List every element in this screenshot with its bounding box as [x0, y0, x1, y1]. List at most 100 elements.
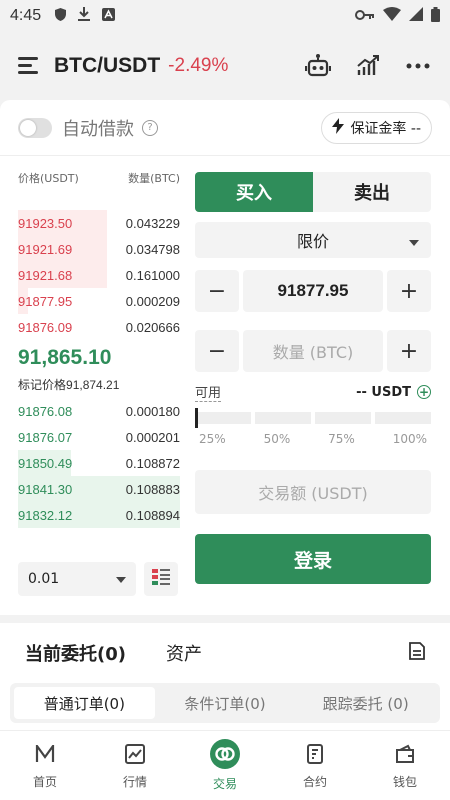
quantity-decrease-button[interactable]: − — [195, 330, 239, 372]
price-decrease-button[interactable]: − — [195, 270, 239, 312]
qty-column-header: 数量(BTC) — [128, 172, 180, 185]
battery-icon — [431, 6, 440, 26]
futures-icon — [302, 741, 328, 767]
order-form: 买入 卖出 限价 − 91877.95 + − 数量 (BTC) + 可用 --… — [195, 172, 431, 584]
orders-tabs: 当前委托(0) 资产 — [0, 623, 450, 683]
bid-list: 91876.08 0.000180 91876.07 0.000201 91850.49… — [18, 398, 180, 528]
quantity-stepper: − 数量 (BTC) + — [195, 330, 431, 372]
ask-qty: 0.000209 — [125, 293, 180, 309]
nav-item-home[interactable]: 首页 — [0, 731, 90, 800]
add-funds-icon[interactable]: + — [417, 385, 431, 399]
ask-qty: 0.020666 — [125, 319, 180, 335]
price-increase-button[interactable]: + — [387, 270, 431, 312]
nav-item-markets[interactable]: 行情 — [90, 731, 180, 800]
menu-icon[interactable] — [18, 57, 40, 75]
order-book-header: 价格(USDT) 数量(BTC) — [18, 170, 180, 190]
document-icon[interactable] — [409, 642, 425, 664]
bottom-nav: 首页 行情 交易 合约 钱包 — [0, 730, 450, 800]
tab-current-orders[interactable]: 当前委托(0) — [25, 640, 126, 666]
price-column-header: 价格(USDT) — [18, 172, 79, 185]
ask-row[interactable]: 91921.69 0.034798 — [18, 236, 180, 262]
ask-row[interactable]: 91923.50 0.043229 — [18, 210, 180, 236]
depth-controls: 0.01 — [18, 562, 180, 596]
order-type-tabs: 普通订单(0) 条件订单(0) 跟踪委托 (0) — [10, 683, 440, 723]
order-type-value: 限价 — [296, 232, 329, 251]
trade-icon — [210, 739, 240, 769]
chart-icon[interactable] — [354, 52, 382, 80]
price-input[interactable]: 91877.95 — [243, 270, 383, 312]
bid-qty: 0.108894 — [125, 507, 180, 523]
tab-assets[interactable]: 资产 — [166, 640, 202, 666]
signal-icon — [409, 7, 423, 25]
robot-icon[interactable] — [304, 52, 332, 80]
margin-ratio-button[interactable]: 保证金率 -- — [321, 111, 432, 144]
nav-item-futures[interactable]: 合约 — [270, 731, 360, 800]
sell-tab[interactable]: 卖出 — [313, 172, 431, 212]
auto-borrow-toggle[interactable] — [18, 117, 52, 138]
nav-item-trade[interactable]: 交易 — [180, 731, 270, 800]
header: BTC/USDT -2.49% — [0, 32, 450, 100]
last-price: 91,865.10 — [18, 346, 112, 369]
nav-label-futures: 合约 — [302, 775, 327, 789]
trading-pair[interactable]: BTC/USDT — [54, 54, 160, 78]
auto-borrow-row: 自动借款 ? 保证金率 -- — [0, 100, 450, 156]
ask-qty: 0.043229 — [125, 215, 180, 231]
ask-qty: 0.034798 — [125, 241, 180, 257]
login-button[interactable]: 登录 — [195, 534, 431, 584]
tab-conditional-orders[interactable]: 条件订单(0) — [155, 687, 296, 719]
screen: 4:45 BTC/USDT -2.49% 自动借款 ? 保证金率 -- 价格(U… — [0, 0, 450, 800]
pct-25[interactable]: 25% — [199, 432, 226, 446]
ask-row[interactable]: 91876.09 0.020666 — [18, 314, 180, 340]
nav-label-home: 首页 — [32, 775, 57, 789]
bid-price: 91832.12 — [18, 507, 73, 523]
download-icon — [78, 7, 91, 25]
tab-normal-orders[interactable]: 普通订单(0) — [14, 687, 155, 719]
bid-row[interactable]: 91850.49 0.108872 — [18, 450, 180, 476]
key-icon — [355, 7, 375, 25]
more-icon[interactable] — [404, 52, 432, 80]
price-change: -2.49% — [168, 55, 229, 76]
slider-percentages: 25% 50% 75% 100% — [195, 432, 431, 446]
pct-50[interactable]: 50% — [264, 432, 291, 446]
bid-qty: 0.000201 — [125, 429, 180, 445]
wallet-icon — [392, 741, 418, 767]
bid-qty: 0.000180 — [125, 403, 180, 419]
caret-down-icon — [409, 231, 419, 250]
pct-75[interactable]: 75% — [328, 432, 355, 446]
ask-price: 91921.68 — [18, 267, 73, 283]
orders-section: 当前委托(0) 资产 普通订单(0) 条件订单(0) 跟踪委托 (0) — [0, 623, 450, 733]
depth-step-select[interactable]: 0.01 — [18, 562, 136, 596]
available-value: -- USDT — [356, 384, 411, 400]
auto-borrow-label: 自动借款 — [62, 118, 134, 140]
status-bar: 4:45 — [0, 0, 450, 32]
slider-thumb[interactable] — [195, 408, 198, 428]
amount-input[interactable]: 交易额 (USDT) — [195, 470, 431, 514]
ask-row[interactable]: 91921.68 0.161000 — [18, 262, 180, 288]
ask-row[interactable]: 91877.95 0.000209 — [18, 288, 180, 314]
status-time: 4:45 — [10, 7, 42, 24]
nav-item-wallet[interactable]: 钱包 — [360, 731, 450, 800]
bid-price: 91876.07 — [18, 429, 73, 445]
help-icon[interactable]: ? — [142, 119, 158, 136]
amount-slider[interactable] — [195, 408, 431, 428]
ask-qty: 0.161000 — [125, 267, 180, 283]
tab-trailing-orders[interactable]: 跟踪委托 (0) — [295, 687, 436, 719]
quantity-input[interactable]: 数量 (BTC) — [243, 330, 383, 372]
bid-row[interactable]: 91832.12 0.108894 — [18, 502, 180, 528]
depth-step-value: 0.01 — [28, 571, 60, 587]
book-view-button[interactable] — [144, 562, 178, 596]
ask-price: 91921.69 — [18, 241, 73, 257]
nav-label-wallet: 钱包 — [392, 775, 417, 789]
quantity-increase-button[interactable]: + — [387, 330, 431, 372]
margin-ratio-label: 保证金率 -- — [350, 120, 421, 137]
bid-row[interactable]: 91841.30 0.108883 — [18, 476, 180, 502]
pct-100[interactable]: 100% — [393, 432, 427, 446]
bid-price: 91850.49 — [18, 455, 73, 471]
bid-row[interactable]: 91876.08 0.000180 — [18, 398, 180, 424]
ask-list: 91923.50 0.043229 91921.69 0.034798 91921.68… — [18, 210, 180, 340]
order-type-select[interactable]: 限价 — [195, 222, 431, 258]
available-label: 可用 — [195, 382, 222, 402]
buy-tab[interactable]: 买入 — [195, 172, 313, 212]
bid-qty: 0.108883 — [125, 481, 180, 497]
bid-row[interactable]: 91876.07 0.000201 — [18, 424, 180, 450]
